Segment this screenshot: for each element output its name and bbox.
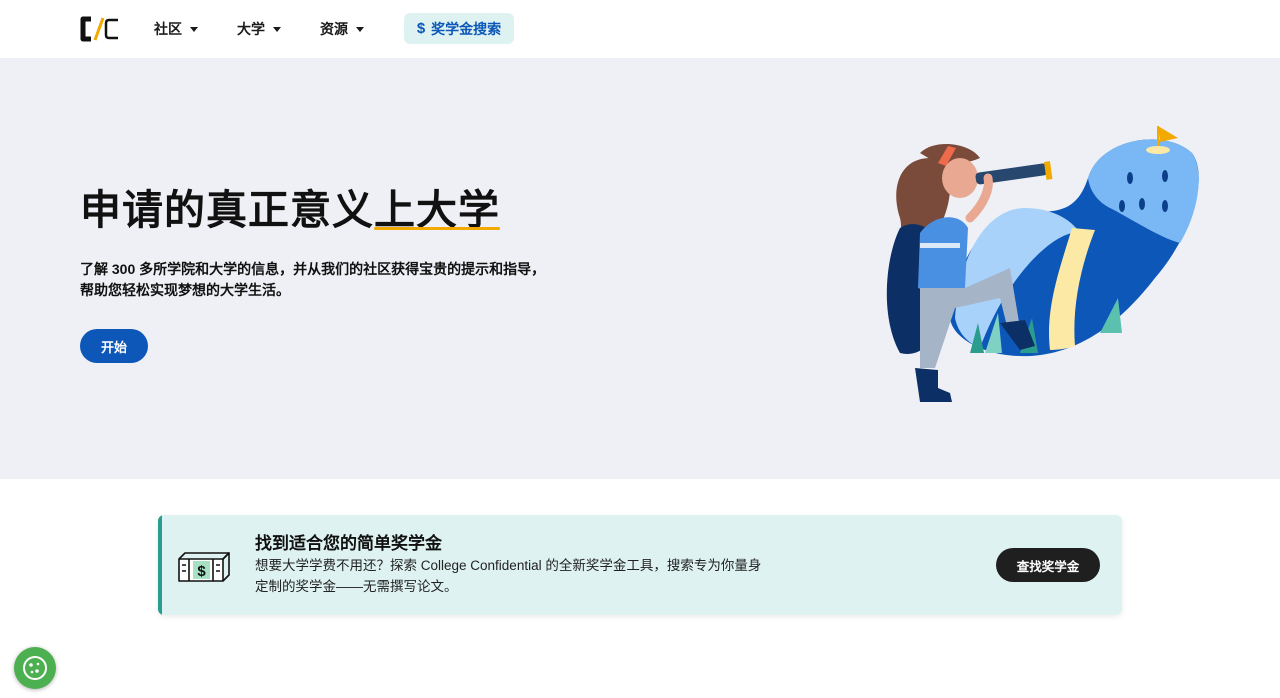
cookie-settings-button[interactable] bbox=[14, 647, 56, 689]
svg-text:$: $ bbox=[197, 563, 206, 580]
card-description-line1: 想要大学学费不用还？探索 College Confidential 的全新奖学金… bbox=[255, 558, 762, 573]
chevron-down-icon bbox=[356, 26, 364, 32]
girl-with-telescope-illustration bbox=[886, 126, 1199, 402]
nav-community-label: 社区 bbox=[154, 21, 182, 37]
start-button[interactable]: 开始 bbox=[80, 329, 148, 363]
nav-colleges-label: 大学 bbox=[237, 21, 265, 37]
title-highlight-underline bbox=[374, 227, 500, 230]
card-accent-bar bbox=[158, 515, 162, 615]
hero-description-line1: 了解 300 多所学院和大学的信息，并从我们的社区获得宝贵的提示和指导， bbox=[80, 261, 546, 277]
site-logo[interactable] bbox=[80, 16, 120, 42]
hero-section: 申请的真正意义上大学 了解 300 多所学院和大学的信息，并从我们的社区获得宝贵… bbox=[0, 58, 1280, 479]
scholarship-search-button[interactable]: $ 奖学金搜索 bbox=[404, 13, 514, 44]
card-description-line2: 定制的奖学金——无需撰写论文。 bbox=[255, 579, 458, 594]
find-scholarship-button[interactable]: 查找奖学金 bbox=[996, 548, 1100, 582]
hero-description: 了解 300 多所学院和大学的信息，并从我们的社区获得宝贵的提示和指导， 帮助您… bbox=[80, 259, 560, 301]
cash-stack-icon: $ bbox=[178, 552, 230, 582]
card-title: 找到适合您的简单奖学金 bbox=[255, 534, 442, 553]
scholarship-card: $ 找到适合您的简单奖学金 想要大学学费不用还？探索 College Confi… bbox=[158, 515, 1122, 615]
nav-colleges[interactable]: 大学 bbox=[237, 18, 281, 40]
cookie-icon bbox=[23, 656, 47, 680]
site-header: 社区 大学 资源 $ 奖学金搜索 bbox=[0, 0, 1280, 58]
scholarship-search-label: 奖学金搜索 bbox=[431, 20, 502, 37]
chevron-down-icon bbox=[190, 26, 198, 32]
nav-resources-label: 资源 bbox=[320, 21, 348, 37]
card-description: 想要大学学费不用还？探索 College Confidential 的全新奖学金… bbox=[255, 555, 815, 597]
nav-community[interactable]: 社区 bbox=[154, 18, 198, 40]
chevron-down-icon bbox=[273, 26, 281, 32]
hero-description-line2: 帮助您轻松实现梦想的大学生活。 bbox=[80, 282, 290, 298]
nav-resources[interactable]: 资源 bbox=[320, 18, 364, 40]
dollar-icon: $ bbox=[416, 20, 426, 37]
